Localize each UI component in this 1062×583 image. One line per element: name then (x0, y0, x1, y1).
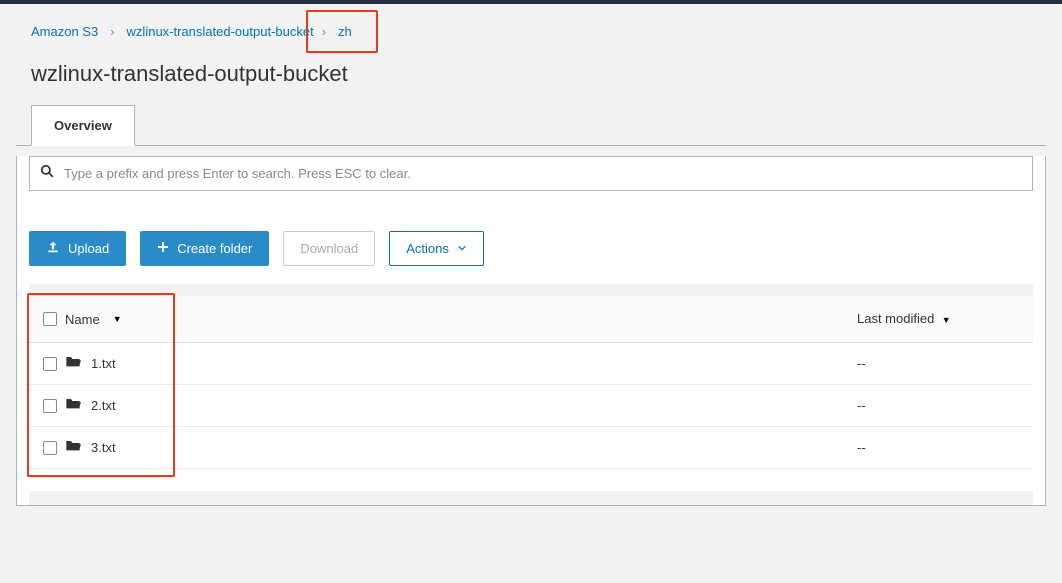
plus-icon (157, 241, 169, 256)
table-row[interactable]: 2.txt -- (29, 385, 1033, 427)
folder-open-icon (65, 438, 81, 457)
create-folder-label: Create folder (177, 241, 252, 256)
breadcrumb-current-highlight: › zh (306, 10, 378, 53)
chevron-down-icon (457, 241, 467, 256)
select-all-checkbox[interactable] (43, 312, 57, 326)
header-name[interactable]: Name ▼ (65, 312, 857, 327)
search-container (29, 156, 1033, 191)
search-input[interactable] (64, 166, 1022, 181)
page-title: wzlinux-translated-output-bucket (16, 55, 1046, 105)
table-row[interactable]: 3.txt -- (29, 427, 1033, 469)
chevron-right-icon: › (110, 24, 114, 39)
breadcrumb-root[interactable]: Amazon S3 (31, 24, 98, 39)
sort-caret-icon: ▼ (942, 315, 951, 325)
header-last-modified-label: Last modified (857, 311, 934, 326)
col-check (35, 357, 65, 371)
cell-name: 1.txt (65, 354, 857, 373)
table-row[interactable]: 1.txt -- (29, 343, 1033, 385)
file-name[interactable]: 3.txt (91, 440, 116, 455)
objects-table: Name ▼ Last modified ▼ 1.txt (29, 296, 1033, 469)
actions-label: Actions (406, 241, 449, 256)
panel: Upload Create folder Download Actions (16, 156, 1046, 506)
file-name[interactable]: 2.txt (91, 398, 116, 413)
actions-button[interactable]: Actions (389, 231, 484, 266)
cell-last-modified: -- (857, 398, 1027, 413)
toolbar: Upload Create folder Download Actions (17, 201, 1045, 284)
folder-open-icon (65, 396, 81, 415)
chevron-right-icon: › (322, 24, 326, 39)
breadcrumb-folder[interactable]: zh (338, 24, 352, 39)
file-name[interactable]: 1.txt (91, 356, 116, 371)
download-button: Download (283, 231, 375, 266)
cell-last-modified: -- (857, 440, 1027, 455)
tab-bar: Overview (16, 105, 1046, 146)
search-icon (40, 164, 54, 183)
row-checkbox[interactable] (43, 441, 57, 455)
table-header: Name ▼ Last modified ▼ (29, 296, 1033, 343)
download-label: Download (300, 241, 358, 256)
sort-caret-icon: ▼ (113, 314, 122, 324)
upload-label: Upload (68, 241, 109, 256)
upload-icon (46, 240, 60, 257)
col-check (35, 312, 65, 326)
tab-overview[interactable]: Overview (31, 105, 135, 146)
breadcrumb-bucket[interactable]: wzlinux-translated-output-bucket (127, 24, 314, 39)
col-check (35, 441, 65, 455)
breadcrumb: Amazon S3 › wzlinux-translated-output-bu… (16, 4, 1046, 55)
cell-name: 3.txt (65, 438, 857, 457)
cell-last-modified: -- (857, 356, 1027, 371)
spacer (29, 284, 1033, 296)
header-name-label: Name (65, 312, 100, 327)
folder-open-icon (65, 354, 81, 373)
create-folder-button[interactable]: Create folder (140, 231, 269, 266)
spacer (29, 469, 1033, 491)
cell-name: 2.txt (65, 396, 857, 415)
spacer (29, 491, 1033, 505)
header-last-modified[interactable]: Last modified ▼ (857, 310, 1027, 328)
row-checkbox[interactable] (43, 399, 57, 413)
col-check (35, 399, 65, 413)
row-checkbox[interactable] (43, 357, 57, 371)
upload-button[interactable]: Upload (29, 231, 126, 266)
